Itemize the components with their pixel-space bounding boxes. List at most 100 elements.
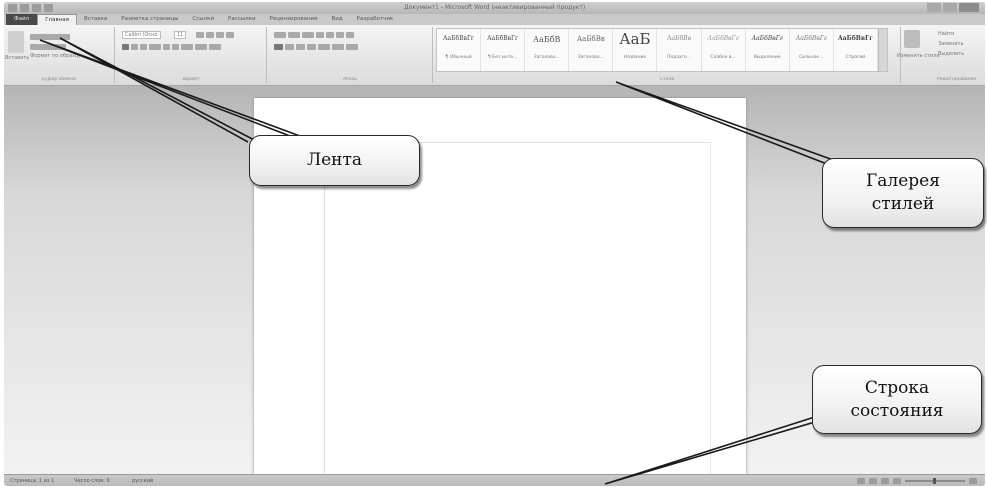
change-styles-icon[interactable] [904, 30, 920, 48]
style-heading-2[interactable]: АаБбВв Заголово... [569, 29, 614, 71]
style-sample: АаБбВвГг [707, 35, 739, 42]
zoom-slider-thumb[interactable] [933, 478, 936, 484]
redo-icon[interactable] [44, 4, 53, 12]
title-bar: Документ1 - Microsoft Word (неактивирова… [4, 2, 985, 14]
find-button[interactable]: Найти [938, 31, 954, 37]
gallery-more-button[interactable] [877, 29, 887, 71]
grow-font-icon[interactable] [196, 31, 204, 38]
style-name: Название [623, 55, 647, 60]
style-name: Строгий [845, 55, 866, 60]
line-spacing-icon[interactable] [318, 43, 330, 50]
style-name: Заголово... [577, 55, 604, 60]
style-strong[interactable]: АаБбВвГг Строгий [834, 29, 878, 71]
language-indicator[interactable]: русский [132, 478, 153, 484]
ribbon-callout: Лента [249, 135, 420, 186]
shading-icon[interactable] [332, 43, 344, 50]
minimize-button[interactable] [927, 3, 941, 12]
tab-view[interactable]: Вид [325, 14, 350, 25]
font-name-box[interactable]: Calibri (Осно [122, 31, 161, 39]
word-logo-icon [8, 4, 17, 12]
decrease-indent-icon[interactable] [316, 31, 324, 38]
change-case-icon[interactable] [216, 31, 224, 38]
align-right-icon[interactable] [296, 43, 305, 50]
subscript-icon[interactable] [163, 43, 170, 50]
clipboard-group-label: Буфер обмена [41, 77, 77, 82]
tab-insert[interactable]: Вставка [77, 14, 114, 25]
style-sample: АаБбВвГг [487, 35, 519, 42]
style-normal[interactable]: АаБбВвГг ¶ Обычный [437, 29, 482, 71]
style-sample: АаБбВвГг [795, 35, 827, 42]
style-no-spacing[interactable]: АаБбВвГг ¶ Без инте... [481, 29, 526, 71]
shrink-font-icon[interactable] [206, 31, 214, 38]
style-sample: АаБбВвГг [837, 35, 873, 42]
style-name: ¶ Без инте... [487, 55, 518, 60]
page-count[interactable]: Страница: 1 из 1 [10, 478, 54, 484]
strikethrough-icon[interactable] [149, 43, 161, 50]
style-name: Сильное... [799, 55, 824, 60]
multilevel-list-icon[interactable] [302, 31, 314, 38]
tab-home[interactable]: Главная [37, 14, 77, 25]
copy-button[interactable] [30, 43, 66, 50]
font-size-box[interactable]: 11 [174, 31, 187, 39]
style-name: Выделение [753, 55, 781, 60]
highlight-icon[interactable] [195, 43, 207, 50]
bold-icon[interactable] [122, 43, 129, 50]
view-full-screen-icon[interactable] [869, 478, 877, 484]
paste-button[interactable]: Вставить [5, 55, 29, 61]
tab-page-layout[interactable]: Разметка страницы [114, 14, 185, 25]
style-sample: АаБбВв [666, 35, 692, 42]
status-bar: Страница: 1 из 1 Число слов: 0 русский [4, 474, 985, 486]
word-count[interactable]: Число слов: 0 [74, 478, 110, 484]
underline-icon[interactable] [140, 43, 147, 50]
save-icon[interactable] [20, 4, 29, 12]
zoom-slider[interactable] [905, 478, 965, 484]
styles-gallery-callout: Галерея стилей [822, 158, 984, 228]
superscript-icon[interactable] [172, 43, 179, 50]
style-heading-1[interactable]: АаБбВ Заголово... [525, 29, 570, 71]
style-title[interactable]: АаБ Название [613, 29, 658, 71]
sort-icon[interactable] [336, 31, 344, 38]
zoom-out-icon[interactable] [893, 478, 901, 484]
view-web-layout-icon[interactable] [881, 478, 889, 484]
bullets-icon[interactable] [274, 31, 286, 38]
show-marks-icon[interactable] [346, 31, 354, 38]
numbering-icon[interactable] [288, 31, 300, 38]
align-left-icon[interactable] [274, 43, 283, 50]
cut-button[interactable] [30, 33, 70, 40]
style-subtle-emphasis[interactable]: АаБбВвГг Слабое в... [702, 29, 746, 71]
tab-references[interactable]: Ссылки [185, 14, 221, 25]
select-button[interactable]: Выделить [938, 51, 964, 57]
style-subtitle[interactable]: АаБбВв Подзаго... [657, 29, 702, 71]
italic-icon[interactable] [131, 43, 138, 50]
undo-icon[interactable] [32, 4, 41, 12]
window-title: Документ1 - Microsoft Word (неактивирова… [404, 4, 586, 11]
style-sample: АаБбВвГг [443, 35, 475, 42]
close-button[interactable] [959, 3, 979, 12]
document-body[interactable] [324, 142, 711, 483]
style-name: ¶ Обычный [445, 55, 472, 60]
style-emphasis[interactable]: АаБбВвГг Выделение [746, 29, 790, 71]
zoom-in-icon[interactable] [969, 478, 977, 484]
style-intense-emphasis[interactable]: АаБбВвГг Сильное... [790, 29, 834, 71]
tab-review[interactable]: Рецензирование [263, 14, 325, 25]
justify-icon[interactable] [307, 43, 316, 50]
font-color-icon[interactable] [209, 43, 221, 50]
paste-icon[interactable] [8, 31, 24, 53]
styles-gallery: АаБбВвГг ¶ Обычный АаБбВвГг ¶ Без инте... … [436, 28, 888, 72]
maximize-button[interactable] [943, 3, 957, 12]
increase-indent-icon[interactable] [326, 31, 334, 38]
tab-mailings[interactable]: Рассылки [221, 14, 263, 25]
tab-file[interactable]: Файл [6, 14, 38, 25]
replace-button[interactable]: Заменить [938, 41, 964, 47]
style-name: Слабое в... [710, 55, 736, 60]
borders-icon[interactable] [346, 43, 358, 50]
quick-access-toolbar [8, 4, 53, 12]
clear-format-icon[interactable] [226, 31, 234, 38]
ribbon-tabs: Файл Главная Вставка Разметка страницы С… [4, 14, 985, 25]
format-painter-button[interactable]: Формат по образцу [30, 53, 81, 59]
view-print-layout-icon[interactable] [857, 478, 865, 484]
tab-developer[interactable]: Разработчик [350, 14, 401, 25]
font-group: Calibri (Осно 11 Шрифт [116, 27, 267, 83]
text-effects-icon[interactable] [181, 43, 193, 50]
align-center-icon[interactable] [285, 43, 294, 50]
